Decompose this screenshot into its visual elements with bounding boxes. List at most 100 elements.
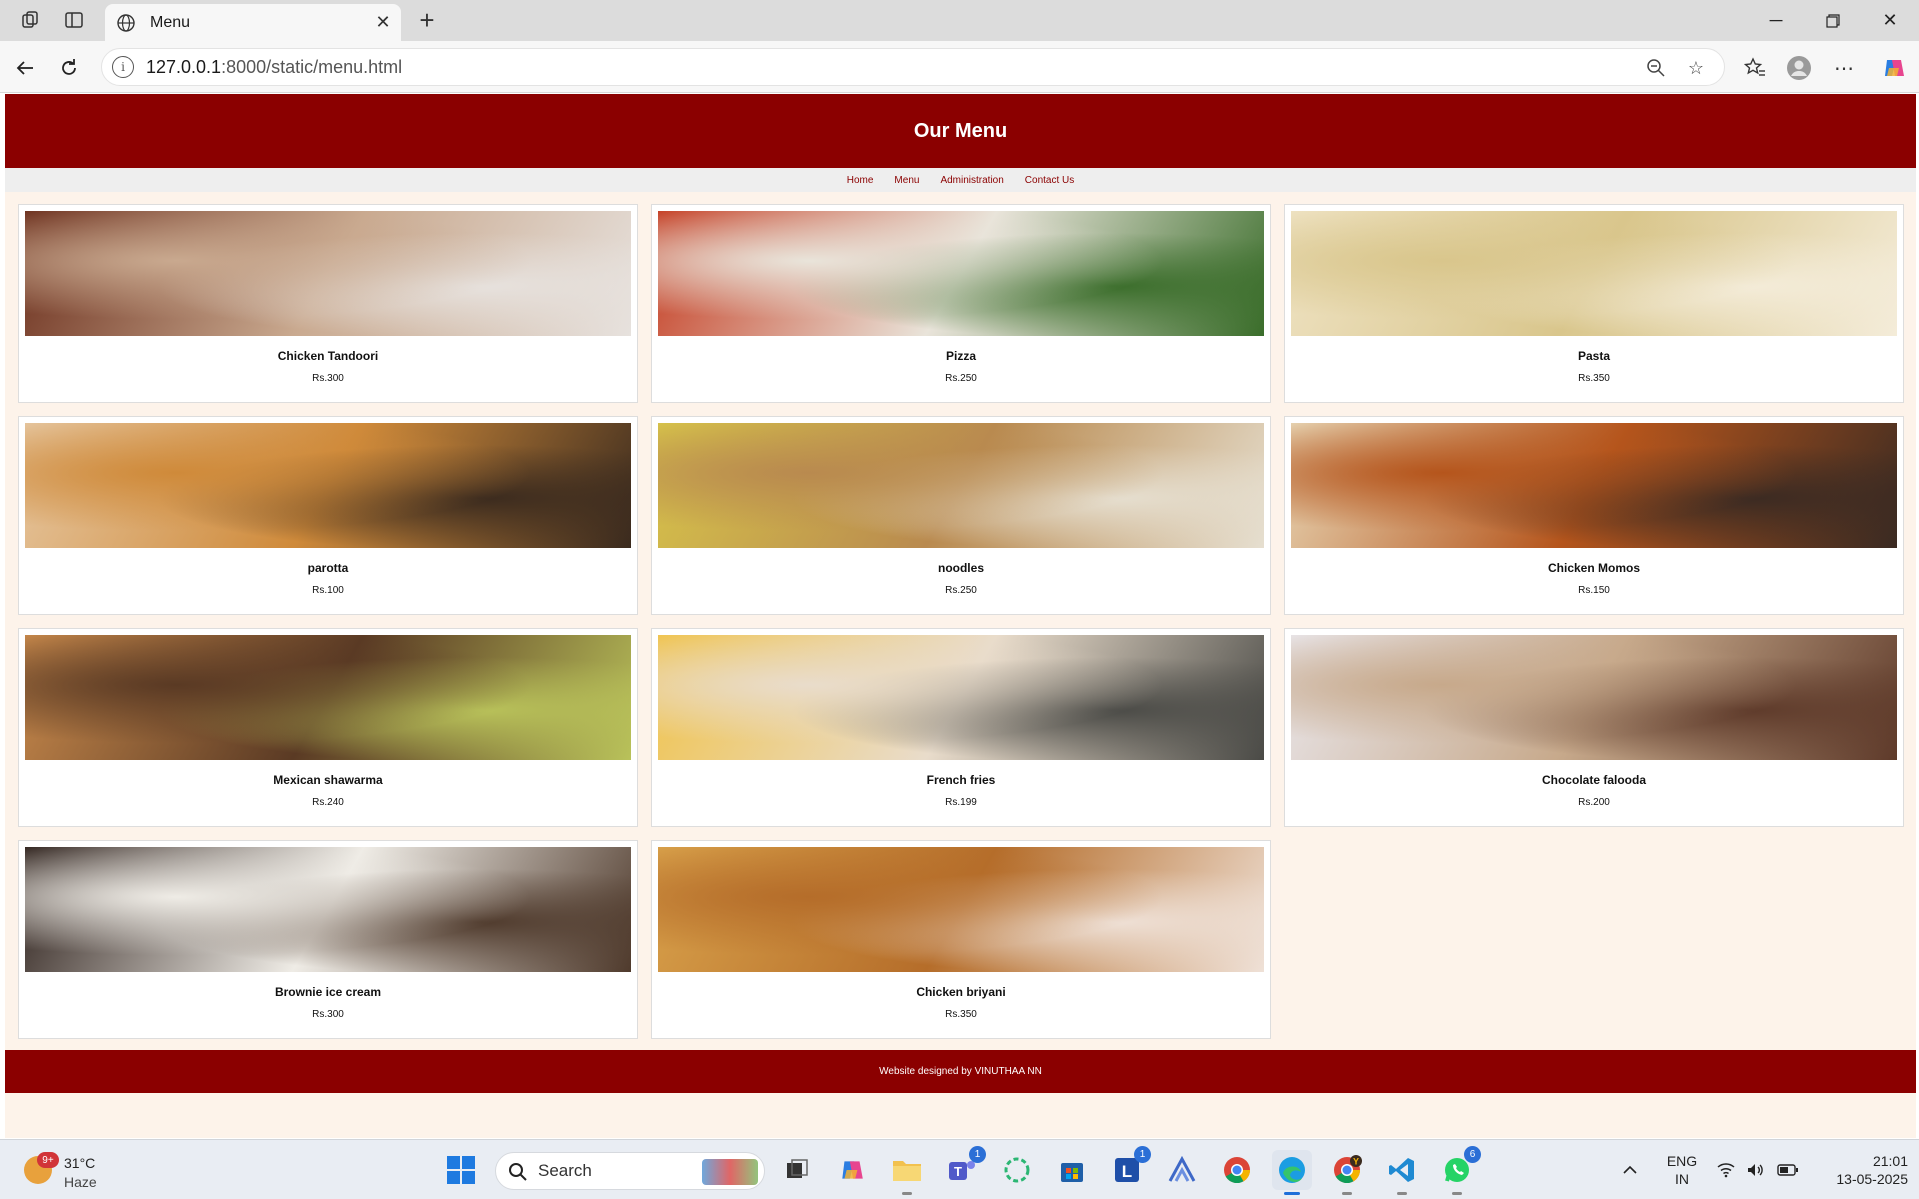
minimize-icon[interactable]: ─ — [1748, 0, 1804, 41]
whatsapp-icon[interactable]: 6 — [1437, 1146, 1481, 1195]
l-app-badge: 1 — [1134, 1146, 1151, 1163]
favorite-star-icon[interactable]: ☆ — [1678, 49, 1714, 87]
taskbar-search[interactable]: Search — [495, 1152, 765, 1190]
back-icon[interactable] — [8, 51, 42, 85]
close-window-icon[interactable]: ✕ — [1862, 0, 1918, 41]
page-header: Our Menu — [5, 94, 1916, 168]
food-photo — [658, 423, 1264, 548]
system-clock[interactable]: 21:01 13-05-2025 — [1812, 1152, 1908, 1188]
food-photo — [658, 211, 1264, 336]
url-path: :8000/static/menu.html — [221, 56, 403, 77]
quick-settings[interactable] — [1717, 1140, 1799, 1199]
food-photo — [25, 423, 631, 548]
clock-date: 13-05-2025 — [1836, 1171, 1908, 1187]
menu-item-price: Rs.300 — [312, 1009, 344, 1020]
menu-item-card: Chocolate falooda Rs.200 — [1284, 628, 1904, 827]
menu-item-price: Rs.350 — [945, 1009, 977, 1020]
food-photo — [658, 635, 1264, 760]
workspaces-icon[interactable] — [14, 6, 46, 34]
food-photo — [1291, 423, 1897, 548]
tab-menu[interactable]: Menu ✕ — [105, 4, 401, 41]
file-explorer-icon[interactable] — [887, 1150, 927, 1195]
menu-item-price: Rs.100 — [312, 585, 344, 596]
region-code: IN — [1675, 1171, 1689, 1187]
notification-badge: 9+ — [37, 1152, 59, 1168]
restore-icon[interactable] — [1805, 0, 1861, 41]
profile-avatar-icon[interactable] — [1781, 51, 1817, 85]
menu-page: Our Menu Home Menu Administration Contac… — [5, 94, 1916, 1138]
food-photo — [1291, 211, 1897, 336]
menu-item-card: French fries Rs.199 — [651, 628, 1271, 827]
weather-widget[interactable]: 9+ 31°C Haze — [24, 1152, 144, 1192]
food-photo — [25, 211, 631, 336]
weather-condition: Haze — [64, 1174, 97, 1190]
menu-item-card: Chicken Momos Rs.150 — [1284, 416, 1904, 615]
battery-icon — [1777, 1164, 1798, 1176]
task-view-icon[interactable] — [777, 1150, 817, 1190]
wifi-icon — [1717, 1163, 1735, 1178]
page-footer: Website designed by VINUTHAA NN — [5, 1050, 1916, 1093]
menu-item-name: parotta — [307, 561, 349, 575]
nav-administration-link[interactable]: Administration — [940, 175, 1003, 186]
l-app-icon[interactable]: L 1 — [1107, 1146, 1151, 1190]
site-info-icon[interactable]: i — [112, 56, 134, 78]
chrome-profile-icon[interactable]: Y — [1327, 1150, 1367, 1195]
menu-item-name: Brownie ice cream — [274, 985, 382, 999]
menu-item-name: Mexican shawarma — [273, 773, 383, 787]
clock-time: 21:01 — [1872, 1153, 1908, 1169]
menu-item-price: Rs.250 — [945, 373, 977, 384]
menu-item-name: French fries — [926, 773, 996, 787]
zoom-out-icon[interactable] — [1638, 49, 1674, 87]
favorites-icon[interactable] — [1737, 51, 1773, 85]
menu-item-price: Rs.250 — [945, 585, 977, 596]
teams-icon[interactable]: T 1 — [942, 1146, 986, 1190]
show-hidden-icons-chevron-icon[interactable] — [1622, 1140, 1638, 1199]
menu-item-name: Pizza — [945, 349, 976, 363]
menu-item-price: Rs.200 — [1578, 797, 1610, 808]
vscode-icon[interactable] — [1382, 1150, 1422, 1195]
whatsapp-badge: 6 — [1464, 1146, 1481, 1163]
active-indicator — [1284, 1192, 1300, 1195]
edge-icon[interactable] — [1272, 1150, 1312, 1195]
search-highlight-image — [702, 1159, 758, 1185]
windows-taskbar: 9+ 31°C Haze Search T 1 L 1 Y 6 ENG IN 2… — [0, 1139, 1919, 1199]
sync-app-icon[interactable] — [997, 1150, 1037, 1190]
arc-app-icon[interactable] — [1162, 1150, 1202, 1190]
food-photo — [1291, 635, 1897, 760]
food-photo — [25, 635, 631, 760]
more-options-icon[interactable]: ⋯ — [1826, 51, 1862, 85]
search-icon — [509, 1163, 527, 1181]
menu-item-card: parotta Rs.100 — [18, 416, 638, 615]
nav-contact-link[interactable]: Contact Us — [1025, 175, 1074, 186]
running-indicator — [1342, 1192, 1352, 1195]
svg-text:T: T — [954, 1164, 962, 1179]
browser-tab-strip: Menu ✕ + ─ ✕ — [0, 0, 1919, 41]
menu-grid: Chicken Tandoori Rs.300 Pizza Rs.250 Pasta Rs… — [18, 204, 1904, 1039]
page-title: Our Menu — [913, 119, 1008, 142]
menu-item-card: Brownie ice cream Rs.300 — [18, 840, 638, 1039]
search-label: Search — [538, 1161, 592, 1180]
chrome-icon[interactable] — [1217, 1150, 1257, 1190]
menu-item-name: Chicken briyani — [916, 985, 1006, 999]
copilot-icon[interactable] — [1876, 51, 1912, 85]
menu-item-card: Pizza Rs.250 — [651, 204, 1271, 403]
volume-icon — [1748, 1164, 1763, 1176]
teams-badge: 1 — [969, 1146, 986, 1163]
address-bar[interactable]: i 127.0.0.1 :8000/static/menu.html ☆ — [101, 48, 1725, 86]
reload-icon[interactable] — [52, 51, 86, 85]
menu-item-card: Mexican shawarma Rs.240 — [18, 628, 638, 827]
running-indicator — [1452, 1192, 1462, 1195]
copilot-app-icon[interactable] — [832, 1150, 872, 1190]
menu-item-card: Pasta Rs.350 — [1284, 204, 1904, 403]
weather-temperature: 31°C — [64, 1155, 96, 1171]
language-indicator[interactable]: ENG IN — [1664, 1152, 1700, 1188]
new-tab-button[interactable]: + — [412, 5, 442, 35]
tab-actions-icon[interactable] — [58, 6, 90, 34]
tab-title: Menu — [150, 13, 191, 31]
nav-home-link[interactable]: Home — [847, 175, 874, 186]
start-icon[interactable] — [441, 1150, 481, 1190]
nav-menu-link[interactable]: Menu — [894, 175, 919, 186]
close-tab-icon[interactable]: ✕ — [369, 9, 397, 37]
microsoft-store-icon[interactable] — [1052, 1150, 1092, 1190]
menu-item-name: Chocolate falooda — [1541, 773, 1646, 787]
